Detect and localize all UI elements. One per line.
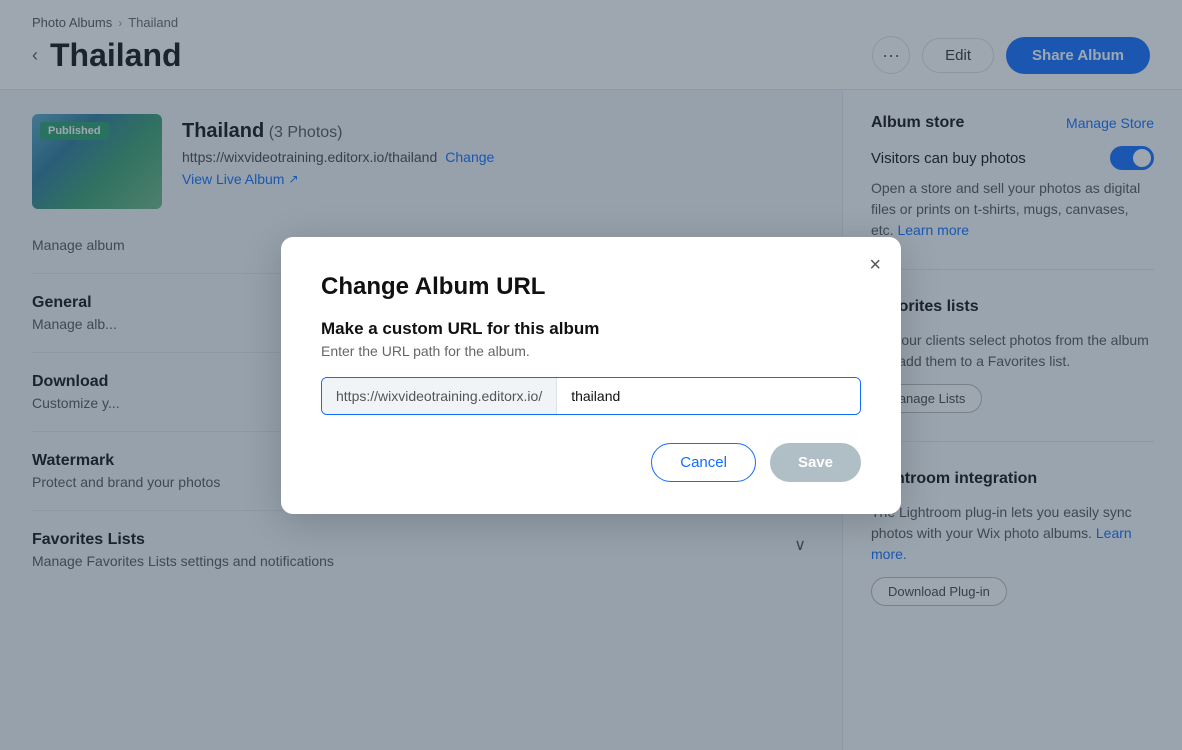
save-button[interactable]: Save	[770, 443, 861, 482]
modal-actions: Cancel Save	[321, 443, 861, 482]
url-input-row: https://wixvideotraining.editorx.io/	[321, 377, 861, 415]
change-url-modal: × Change Album URL Make a custom URL for…	[281, 237, 901, 514]
modal-overlay[interactable]: × Change Album URL Make a custom URL for…	[0, 0, 1182, 750]
url-slug-input[interactable]	[557, 378, 860, 414]
url-prefix: https://wixvideotraining.editorx.io/	[322, 378, 557, 414]
modal-subtitle: Make a custom URL for this album	[321, 319, 861, 339]
cancel-button[interactable]: Cancel	[651, 443, 756, 482]
modal-desc: Enter the URL path for the album.	[321, 343, 861, 359]
modal-title: Change Album URL	[321, 273, 861, 301]
modal-close-button[interactable]: ×	[869, 255, 881, 275]
